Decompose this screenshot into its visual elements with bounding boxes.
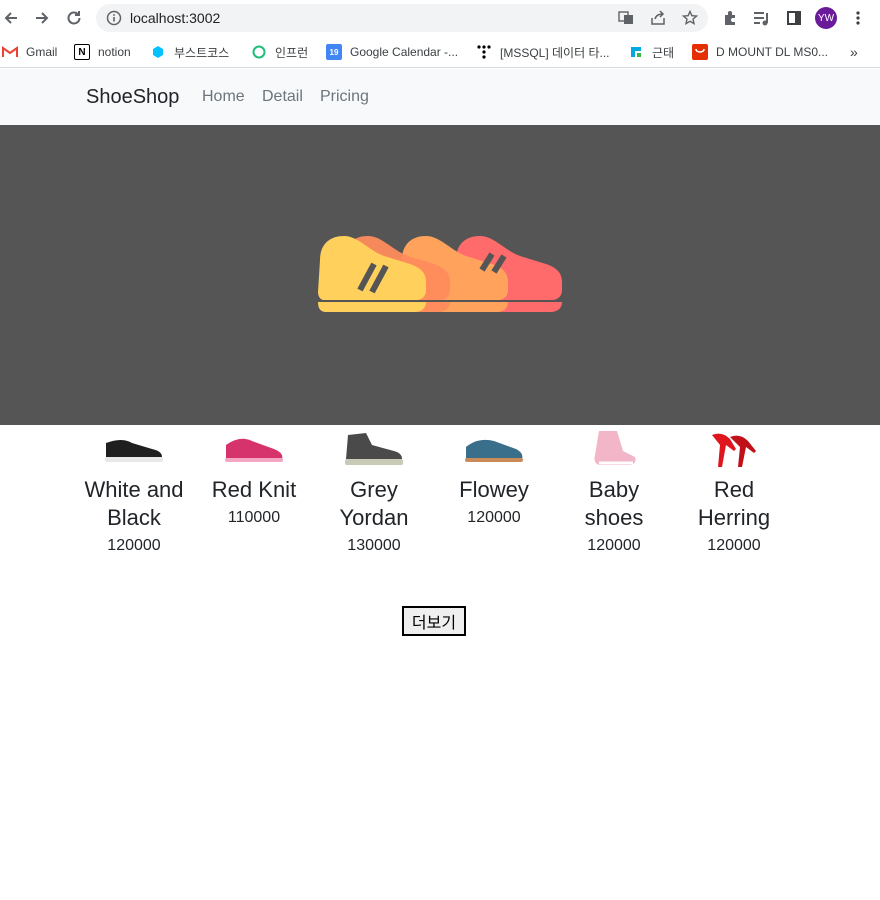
boostcourse-icon xyxy=(150,44,166,60)
bookmark-boostcourse[interactable]: 부스트코스 xyxy=(150,42,229,62)
bookmarks-bar: Gmail N notion 부스트코스 인프런 19 Google Calen… xyxy=(0,36,880,68)
info-icon[interactable] xyxy=(104,8,124,28)
profile-avatar[interactable]: YW xyxy=(815,7,837,29)
product-image-derby-shoe[interactable] xyxy=(434,428,554,470)
product-name: Red Herring xyxy=(697,477,771,530)
product-name: Baby shoes xyxy=(584,477,644,530)
product-name: White and Black xyxy=(84,477,184,530)
product-card[interactable]: White and Black 120000 xyxy=(74,428,194,556)
product-image-running-shoe[interactable] xyxy=(194,428,314,470)
shoes-illustration xyxy=(318,236,562,312)
product-price: 120000 xyxy=(467,509,521,526)
product-image-baby-slip-on[interactable] xyxy=(554,428,674,470)
share-icon[interactable] xyxy=(648,8,668,28)
app-navbar: ShoeShop Home Detail Pricing xyxy=(0,69,880,125)
nav-link-home[interactable]: Home xyxy=(202,88,245,106)
product-image-red-heels[interactable] xyxy=(674,428,794,470)
brand-logo[interactable]: ShoeShop xyxy=(86,86,179,109)
side-panel-icon[interactable] xyxy=(783,7,805,29)
star-bookmark-icon[interactable] xyxy=(680,8,700,28)
media-queue-icon[interactable] xyxy=(751,7,773,29)
product-card[interactable]: Flowey 120000 xyxy=(434,428,554,528)
bookmark-mssql-post[interactable]: [MSSQL] 데이터 타... xyxy=(476,42,610,62)
notion-icon: N xyxy=(74,44,90,60)
nav-link-pricing[interactable]: Pricing xyxy=(320,88,369,106)
load-more-button[interactable]: 더보기 xyxy=(402,606,466,636)
bookmark-aliexpress[interactable]: D MOUNT DL MS0... xyxy=(692,42,828,62)
url-text[interactable]: localhost:3002 xyxy=(130,10,220,26)
product-image-sneaker[interactable] xyxy=(74,428,194,470)
bookmarks-overflow-button[interactable]: » xyxy=(850,42,858,62)
bookmark-work-attendance[interactable]: 근태 xyxy=(628,42,674,62)
forward-arrow-icon[interactable] xyxy=(31,7,53,29)
kebab-menu-icon[interactable] xyxy=(847,7,869,29)
product-price: 120000 xyxy=(587,537,641,554)
browser-toolbar: localhost:3002 YW xyxy=(0,0,880,36)
translate-icon[interactable] xyxy=(616,8,636,28)
reload-icon[interactable] xyxy=(63,7,85,29)
product-name: Grey Yordan xyxy=(339,477,409,530)
product-price: 110000 xyxy=(227,509,281,526)
inflearn-icon xyxy=(251,44,267,60)
tistory-icon xyxy=(476,44,492,60)
bookmark-notion[interactable]: N notion xyxy=(74,42,131,62)
product-card[interactable]: Grey Yordan 130000 xyxy=(314,428,434,556)
address-bar[interactable]: localhost:3002 xyxy=(96,4,708,32)
calendar-icon: 19 xyxy=(326,44,342,60)
product-name: Red Knit xyxy=(211,477,297,502)
product-card[interactable]: Red Herring 120000 xyxy=(674,428,794,556)
bookmark-google-calendar[interactable]: 19 Google Calendar -... xyxy=(326,42,458,62)
product-name: Flowey xyxy=(459,477,529,502)
aliexpress-icon xyxy=(692,44,708,60)
product-price: 120000 xyxy=(707,537,761,554)
product-price: 120000 xyxy=(107,537,161,554)
workclock-icon xyxy=(628,44,644,60)
bookmark-gmail[interactable]: Gmail xyxy=(2,42,57,62)
nav-link-detail[interactable]: Detail xyxy=(262,88,303,106)
extensions-puzzle-icon[interactable] xyxy=(719,7,741,29)
product-card[interactable]: Red Knit 110000 xyxy=(194,428,314,528)
bookmark-inflearn[interactable]: 인프런 xyxy=(251,42,308,62)
hero-banner xyxy=(0,125,880,425)
product-image-high-top[interactable] xyxy=(314,428,434,470)
back-arrow-icon[interactable] xyxy=(0,7,22,29)
product-card[interactable]: Baby shoes 120000 xyxy=(554,428,674,556)
gmail-icon xyxy=(2,44,18,60)
product-price: 130000 xyxy=(347,537,401,554)
